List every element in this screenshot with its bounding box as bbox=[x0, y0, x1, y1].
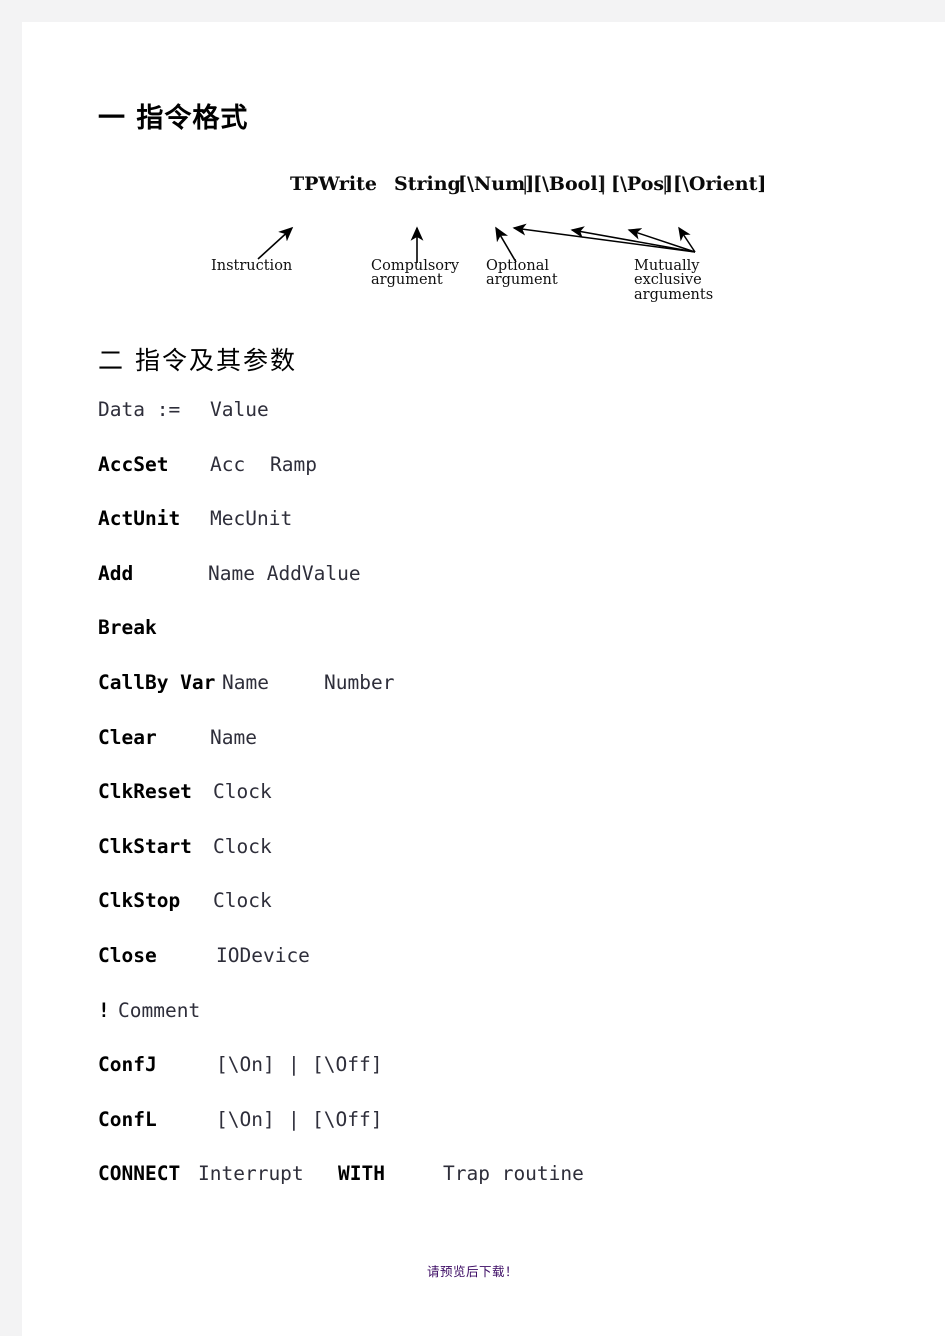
instruction-argument: Number bbox=[324, 670, 395, 694]
instruction-row: CallBy Var Name Number bbox=[98, 671, 898, 726]
instruction-row: CONNECT Interrupt WITH Trap routine bbox=[98, 1162, 898, 1217]
instruction-row: ActUnit MecUnit bbox=[98, 507, 898, 562]
instruction-argument: WITH bbox=[338, 1162, 385, 1186]
instruction-argument: | bbox=[288, 1107, 300, 1131]
instruction-name: ClkStart bbox=[98, 834, 192, 858]
instruction-name: Close bbox=[98, 943, 157, 967]
section-heading-instruction-format: 一 指令格式 bbox=[98, 103, 249, 134]
instruction-argument: Ramp bbox=[270, 452, 317, 476]
instruction-name: ActUnit bbox=[98, 507, 181, 531]
instruction-list: Data := Value AccSet Acc Ramp ActUnit MecUnit A… bbox=[98, 398, 898, 1217]
instruction-argument: | bbox=[288, 1053, 300, 1077]
instruction-argument: Interrupt bbox=[198, 1162, 304, 1186]
instruction-name: ConfL bbox=[98, 1107, 157, 1131]
instruction-name: ConfJ bbox=[98, 1053, 157, 1077]
instruction-argument: IODevice bbox=[216, 943, 310, 967]
instruction-row: Break bbox=[98, 616, 898, 671]
instruction-row: Data := Value bbox=[98, 398, 898, 453]
instruction-row: AccSet Acc Ramp bbox=[98, 453, 898, 508]
instruction-name: ClkReset bbox=[98, 780, 192, 804]
footer-preview-note: 请预览后下载！ bbox=[426, 1264, 518, 1279]
instruction-argument: [\On] bbox=[216, 1053, 275, 1077]
instruction-argument: Comment bbox=[118, 998, 201, 1022]
instruction-row: ClkReset Clock bbox=[98, 780, 898, 835]
instruction-argument: Acc bbox=[210, 452, 246, 476]
instruction-argument: [\Off] bbox=[312, 1107, 383, 1131]
instruction-argument: Trap routine bbox=[443, 1162, 584, 1186]
instruction-name: AccSet bbox=[98, 452, 169, 476]
instruction-row: Add Name AddValue bbox=[98, 562, 898, 617]
instruction-argument: Clock bbox=[213, 780, 272, 804]
instruction-name: ClkStop bbox=[98, 889, 181, 913]
instruction-argument: Clock bbox=[213, 834, 272, 858]
instruction-argument: Name bbox=[222, 670, 269, 694]
instruction-row: Close IODevice bbox=[98, 944, 898, 999]
instruction-name: Data := bbox=[98, 398, 181, 421]
instruction-argument: [\Off] bbox=[312, 1053, 383, 1077]
instruction-row: ConfJ [\On] | [\Off] bbox=[98, 1053, 898, 1108]
instruction-argument: Name bbox=[210, 725, 257, 749]
instruction-argument: Name AddValue bbox=[208, 561, 361, 585]
section-heading-instructions-and-params: 二 指令及其参数 bbox=[98, 346, 297, 375]
instruction-name: Break bbox=[98, 616, 157, 640]
instruction-row: Clear Name bbox=[98, 726, 898, 781]
instruction-name: CallBy Var bbox=[98, 670, 216, 694]
instruction-argument: MecUnit bbox=[210, 507, 293, 531]
instruction-row: ! Comment bbox=[98, 999, 898, 1054]
instruction-row: ClkStop Clock bbox=[98, 889, 898, 944]
instruction-row: ClkStart Clock bbox=[98, 835, 898, 890]
instruction-argument: Clock bbox=[213, 889, 272, 913]
instruction-argument: [\On] bbox=[216, 1107, 275, 1131]
instruction-row: ConfL [\On] | [\Off] bbox=[98, 1108, 898, 1163]
instruction-name: Add bbox=[98, 561, 134, 585]
instruction-name: CONNECT bbox=[98, 1162, 181, 1186]
instruction-name: ! bbox=[98, 998, 110, 1022]
instruction-argument: Value bbox=[210, 398, 269, 421]
instruction-name: Clear bbox=[98, 725, 157, 749]
